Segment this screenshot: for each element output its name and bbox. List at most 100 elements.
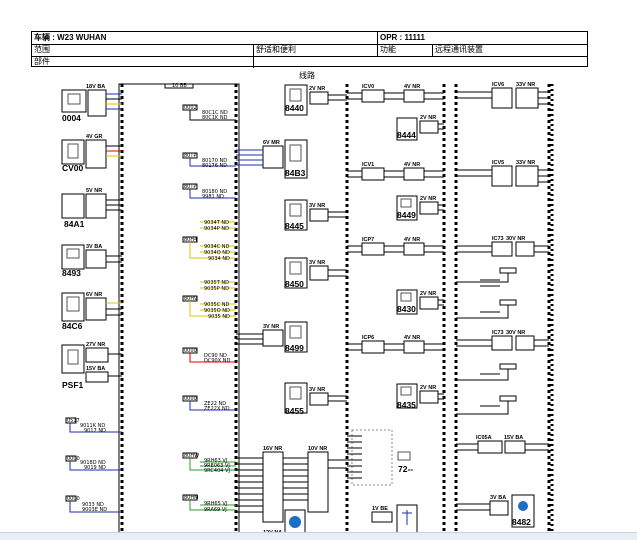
svg-text:3V NR: 3V NR: [309, 387, 325, 393]
component-0004[interactable]: 0004 18V BA: [61, 84, 107, 123]
component-8430[interactable]: 8430 2V NR: [396, 289, 444, 315]
component-8493[interactable]: 8493 3V BA: [61, 244, 107, 278]
svg-text:ICV5: ICV5: [492, 160, 504, 166]
splice-80hw: 80HW 9RH63 VJ 9RE063 VJ 9RC404 VJ: [182, 452, 236, 474]
component-psf1[interactable]: PSF1 27V NR 15V BA: [61, 342, 109, 390]
icp-7: ICP7 4V NR: [347, 237, 444, 256]
svg-text:80HM: 80HM: [184, 495, 198, 501]
component-8482[interactable]: 8482 3V BA: [456, 494, 535, 528]
svg-text:0000: 0000: [67, 456, 80, 462]
svg-text:4V NR: 4V NR: [404, 162, 420, 168]
component-8455[interactable]: 8455 3V NR: [284, 382, 347, 416]
svg-text:0517: 0517: [67, 418, 80, 424]
svg-text:18V BA: 18V BA: [86, 84, 105, 90]
left-wire-0000b: 0000 9033 ND 9003E ND: [65, 495, 122, 513]
component-8435[interactable]: 8435 2V NR: [396, 383, 444, 410]
svg-text:DC90X ND: DC90X ND: [204, 358, 230, 364]
svg-text:9981 ND: 9981 ND: [202, 194, 224, 200]
component-72[interactable]: 72--: [347, 429, 413, 486]
svg-text:33V NR: 33V NR: [516, 82, 535, 88]
splice-80tp-b: 80TP 80180 ND 9981 ND: [182, 183, 236, 200]
svg-text:2V NR: 2V NR: [420, 291, 436, 297]
splice-80h4: 80H4 9034T ND 9034P ND 9034C ND 9034O ND…: [182, 220, 236, 262]
component-cv00[interactable]: CV00 4V GR: [61, 134, 107, 173]
icv-0: ICV0 4V NR: [347, 84, 444, 103]
svg-text:9003E ND: 9003E ND: [82, 507, 107, 513]
component-84b3[interactable]: 84B3 6V MR: [236, 139, 308, 179]
component-84a1[interactable]: 84A1 5V NR: [61, 188, 107, 229]
svg-text:8450: 8450: [285, 279, 304, 289]
svg-text:80H9: 80H9: [184, 296, 197, 302]
svg-text:9035 ND: 9035 ND: [208, 314, 230, 320]
splice-80tp-a: 80TP 80170 ND 80176 ND: [182, 152, 236, 169]
component-8440[interactable]: 8440 2V NR: [284, 84, 347, 116]
harness-top-connector: 10 BB: [172, 83, 187, 89]
wires-left: [106, 93, 122, 377]
svg-text:80H4: 80H4: [184, 237, 197, 243]
svg-text:9034 ND: 9034 ND: [208, 256, 230, 262]
component-8449[interactable]: 8449 2V NR: [396, 195, 444, 221]
svg-text:80HW: 80HW: [184, 453, 199, 459]
connector-16v-nr: 16V NR: [236, 446, 284, 523]
splice-dc90: 0000 DC90 ND DC90X ND: [182, 347, 236, 364]
svg-text:10V NR: 10V NR: [308, 446, 327, 452]
splice-ze22: 0000 ZE22 ND ZE22X ND: [182, 395, 236, 412]
icv-1: ICV1 4V NR: [347, 162, 444, 181]
svg-text:30V NR: 30V NR: [506, 330, 525, 336]
svg-text:33V NR: 33V NR: [516, 160, 535, 166]
svg-text:8455: 8455: [285, 406, 304, 416]
svg-text:3V NR: 3V NR: [309, 203, 325, 209]
svg-text:9034P ND: 9034P ND: [204, 226, 229, 232]
svg-text:1V BE: 1V BE: [372, 506, 388, 512]
svg-text:8499: 8499: [285, 343, 304, 353]
left-wire-0000a: 0000 9018D ND 9019 ND: [65, 455, 122, 471]
svg-text:9RA69 VJ: 9RA69 VJ: [204, 507, 227, 513]
svg-text:8482: 8482: [512, 517, 531, 527]
svg-text:6V MR: 6V MR: [263, 140, 280, 146]
svg-text:8444: 8444: [397, 130, 416, 140]
svg-text:3V NR: 3V NR: [263, 324, 279, 330]
component-8445[interactable]: 8445 3V NR: [284, 199, 347, 231]
component-8499[interactable]: 8499 3V NR: [236, 321, 308, 353]
component-8444[interactable]: 8444 2V NR: [396, 115, 444, 141]
ic05a: IC05A 15V BA: [456, 435, 549, 454]
svg-text:8445: 8445: [285, 221, 304, 231]
svg-text:80176 ND: 80176 ND: [202, 163, 227, 169]
splice-80hm: 80HM 9RH65 VJ 9RA69 VJ: [182, 494, 236, 513]
ic73-a: IC73 30V NR: [456, 236, 549, 319]
svg-text:ICV6: ICV6: [492, 82, 504, 88]
svg-text:2V NR: 2V NR: [309, 86, 325, 92]
svg-text:4V NR: 4V NR: [404, 335, 420, 341]
svg-text:3V BA: 3V BA: [86, 244, 102, 250]
svg-text:2V NR: 2V NR: [420, 196, 436, 202]
svg-text:9017 ND: 9017 ND: [84, 428, 106, 434]
svg-text:4V NR: 4V NR: [404, 237, 420, 243]
svg-text:IC73: IC73: [492, 236, 504, 242]
splice-80h9: 80H9 9035T ND 9035P ND 9035C ND 9035O ND…: [182, 280, 236, 320]
svg-text:IC73: IC73: [492, 330, 504, 336]
svg-text:9035P ND: 9035P ND: [204, 286, 229, 292]
component-84c6[interactable]: 84C6 6V NR: [61, 292, 107, 331]
wiring-diagram: 10 BB 0004 18V BA CV00 4V GR 84A1 5V NR …: [61, 82, 554, 539]
svg-text:PSF1: PSF1: [62, 380, 84, 390]
svg-text:27V NR: 27V NR: [86, 342, 105, 348]
icv-6: ICV6 33V NR: [456, 82, 549, 109]
connector-10v-nr: 10V NR: [283, 446, 347, 513]
svg-text:8449: 8449: [397, 210, 416, 220]
svg-text:84A1: 84A1: [64, 219, 85, 229]
svg-text:72--: 72--: [398, 464, 413, 474]
svg-text:3V NR: 3V NR: [309, 260, 325, 266]
svg-text:2V NR: 2V NR: [420, 385, 436, 391]
svg-text:8493: 8493: [62, 268, 81, 278]
svg-text:9RC404 VJ: 9RC404 VJ: [204, 468, 230, 474]
svg-text:4V NR: 4V NR: [404, 84, 420, 90]
svg-text:16V NR: 16V NR: [263, 446, 282, 452]
svg-text:6V NR: 6V NR: [86, 292, 102, 298]
svg-text:84C6: 84C6: [62, 321, 83, 331]
svg-text:0000: 0000: [67, 496, 80, 502]
left-wire-0517: 0517 9011K ND 9017 ND: [65, 417, 122, 434]
svg-text:84B3: 84B3: [285, 168, 306, 178]
component-8450[interactable]: 8450 3V NR: [284, 257, 347, 289]
svg-text:5V NR: 5V NR: [86, 188, 102, 194]
svg-text:3V BA: 3V BA: [490, 495, 506, 501]
